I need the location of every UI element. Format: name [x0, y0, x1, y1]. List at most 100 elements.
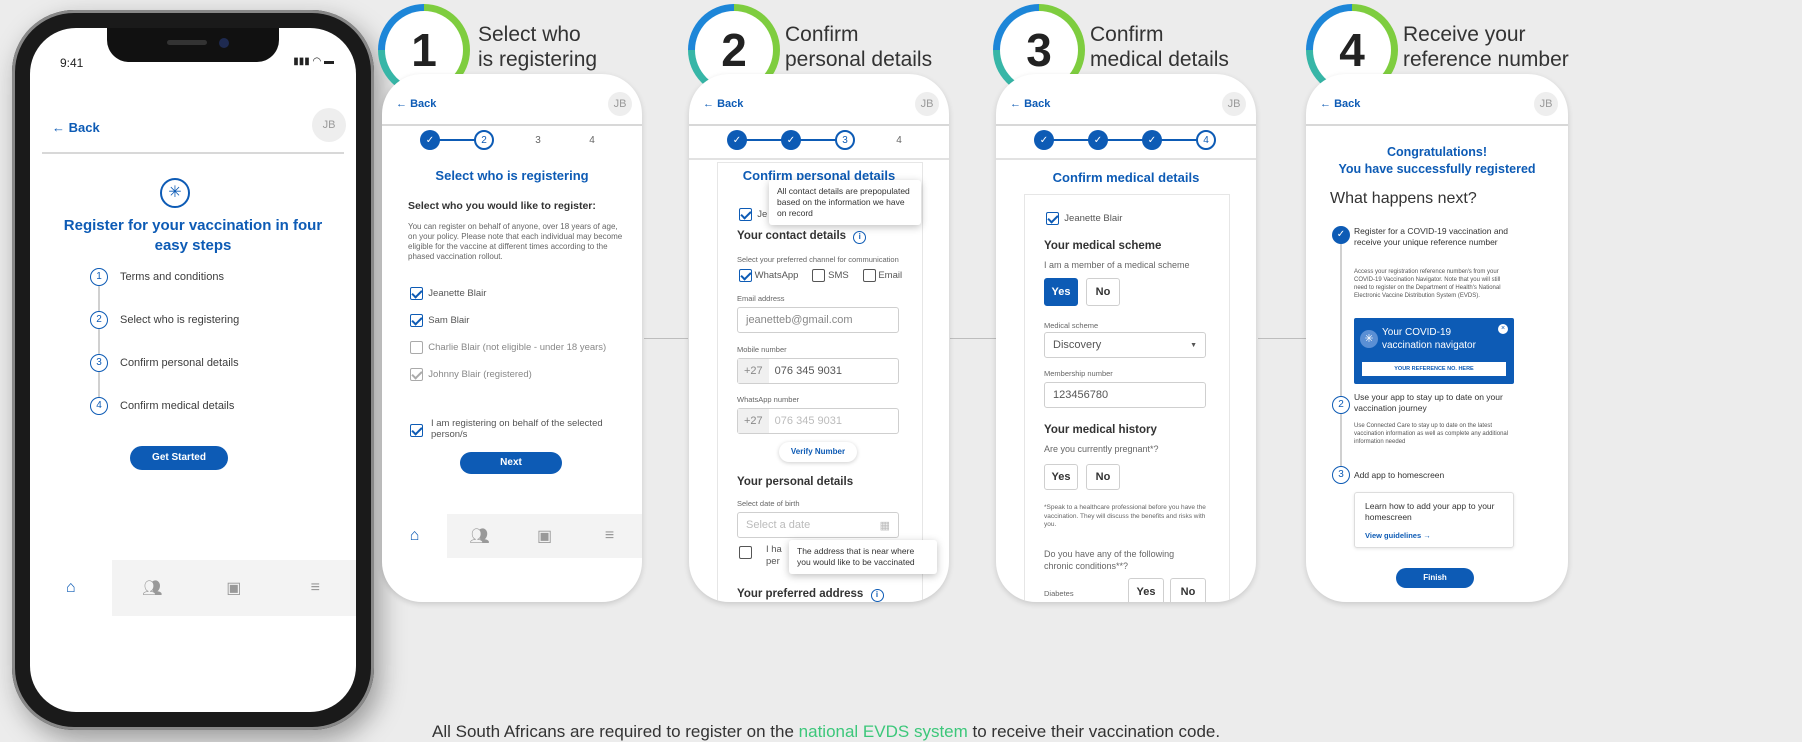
history-heading: Your medical history — [1044, 424, 1157, 436]
scheme-no-button[interactable]: No — [1086, 278, 1120, 306]
partial-checkbox-row[interactable]: I ha per — [739, 544, 782, 568]
consent-checkbox[interactable]: I am registering on behalf of the select… — [410, 418, 620, 440]
pregnant-yes-button[interactable]: Yes — [1044, 464, 1078, 490]
step-number: 1 — [90, 268, 108, 286]
step3-title: Add app to homescreen — [1354, 470, 1445, 480]
person-sam[interactable]: Sam Blair — [410, 314, 469, 327]
vaccine-icon: ✳ — [1360, 330, 1378, 348]
navigator-card[interactable]: ✳ Your COVID-19 vaccination navigator × … — [1354, 318, 1514, 384]
step1-text: Access your registration reference numbe… — [1354, 269, 1501, 299]
step-label: Confirm medical details — [120, 400, 235, 412]
whatsapp-checkbox[interactable]: WhatsApp — [739, 269, 798, 282]
people-icon[interactable]: 👥︎ — [447, 514, 512, 558]
diabetes-yes-button[interactable]: Yes — [1128, 578, 1164, 602]
guidelines-box: Learn how to add your app to your homesc… — [1354, 492, 1514, 548]
page-title: Register for your vaccination in four ea… — [63, 217, 323, 254]
timeline-line — [1340, 234, 1342, 484]
calendar-icon: ▦ — [879, 519, 890, 532]
status-icons: ▮▮▮ ◠ ▬ — [293, 56, 334, 67]
checkbox-icon — [410, 287, 423, 300]
diabetes-no-button[interactable]: No — [1170, 578, 1206, 602]
divider — [996, 124, 1256, 126]
step-number: 3 — [1332, 466, 1350, 484]
ticket-icon[interactable]: ▣ — [193, 560, 275, 616]
back-button[interactable]: ← Back — [1320, 98, 1360, 110]
checkbox-icon — [410, 368, 423, 381]
scheme-label: Medical scheme — [1044, 321, 1099, 330]
home-icon[interactable]: ⌂ — [30, 560, 112, 616]
name-row[interactable]: Je — [739, 208, 767, 221]
back-button[interactable]: ← Back — [1010, 98, 1050, 110]
mobile-field[interactable]: +27 076 345 9031 — [737, 358, 899, 384]
verify-number-button[interactable]: Verify Number — [779, 442, 857, 462]
people-icon[interactable]: 👥︎ — [112, 560, 194, 616]
card-personal-details: ← Back JB ✓ ✓ 3 4 Confirm personal detai… — [689, 74, 949, 602]
step-label: Select who is registering — [120, 314, 240, 326]
phone-screen: 9:41 ▮▮▮ ◠ ▬ ← Back JB ✳ Register for yo… — [30, 28, 356, 712]
menu-icon[interactable]: ≡ — [275, 560, 357, 616]
back-button[interactable]: ← Back — [52, 120, 100, 135]
name-row[interactable]: Jeanette Blair — [1046, 212, 1122, 225]
step2-text: Use Connected Care to stay up to date on… — [1354, 423, 1509, 445]
evds-link[interactable]: national EVDS system — [799, 722, 968, 741]
card-reference-number: ← Back JB Congratulations! You have succe… — [1306, 74, 1568, 602]
vaccine-icon: ✳ — [160, 178, 190, 208]
whatsapp-field[interactable]: +27 076 345 9031 — [737, 408, 899, 434]
membership-field[interactable]: 123456780 — [1044, 382, 1206, 408]
step1-title: Register for a COVID-19 vaccination and … — [1354, 226, 1509, 247]
checkbox-icon — [862, 269, 876, 282]
menu-icon[interactable]: ≡ — [577, 514, 642, 558]
info-icon: i — [853, 231, 867, 244]
back-button[interactable]: ← Back — [396, 98, 436, 110]
checkbox-icon — [739, 269, 752, 282]
personal-heading: Your personal details — [737, 476, 854, 488]
mobile-label: Mobile number — [737, 345, 787, 354]
card-title: Select who is registering — [435, 168, 589, 183]
back-button[interactable]: ← Back — [703, 98, 743, 110]
avatar[interactable]: JB — [1222, 92, 1246, 116]
home-icon[interactable]: ⌂ — [382, 514, 447, 558]
scheme-yes-button[interactable]: Yes — [1044, 278, 1078, 306]
view-guidelines-link[interactable]: View guidelines → — [1365, 531, 1431, 540]
status-time: 9:41 — [60, 56, 84, 70]
subtitle: Select who you would like to register: — [408, 200, 596, 212]
dob-field[interactable]: Select a date ▦ — [737, 512, 899, 538]
next-button[interactable]: Next — [460, 452, 562, 474]
finish-button[interactable]: Finish — [1396, 568, 1474, 588]
step-number: 2 — [90, 311, 108, 329]
connector — [1258, 338, 1306, 339]
person-jeanette[interactable]: Jeanette Blair — [410, 287, 486, 300]
checkbox-icon — [812, 269, 826, 282]
avatar[interactable]: JB — [915, 92, 939, 116]
step2-title: Use your app to stay up to date on your … — [1354, 392, 1503, 413]
email-checkbox[interactable]: Email — [862, 269, 902, 282]
scheme-question: I am a member of a medical scheme — [1044, 260, 1190, 270]
divider — [42, 152, 344, 154]
connector — [644, 338, 688, 339]
avatar[interactable]: JB — [312, 108, 346, 142]
ticket-icon[interactable]: ▣ — [512, 514, 577, 558]
info-icon: i — [870, 589, 884, 602]
next-heading: What happens next? — [1330, 190, 1477, 207]
avatar[interactable]: JB — [608, 92, 632, 116]
channel-options: WhatsApp SMS Email — [739, 269, 902, 282]
check-icon: ✓ — [1332, 226, 1350, 244]
whatsapp-label: WhatsApp number — [737, 395, 800, 404]
footer-text: All South Africans are required to regis… — [432, 722, 1221, 741]
scheme-select[interactable]: Discovery ▼ — [1044, 332, 1206, 358]
avatar[interactable]: JB — [1534, 92, 1558, 116]
checkbox-icon — [739, 546, 752, 559]
card-medical-details: ← Back JB ✓ ✓ ✓ 4 Confirm medical detail… — [996, 74, 1256, 602]
sms-checkbox[interactable]: SMS — [812, 269, 849, 282]
bottom-nav: ⌂ 👥︎ ▣ ≡ — [30, 560, 356, 616]
pregnant-no-button[interactable]: No — [1086, 464, 1120, 490]
person-charlie: Charlie Blair (not eligible - under 18 y… — [410, 341, 606, 354]
address-heading: Your preferred address i — [737, 588, 884, 602]
get-started-button[interactable]: Get Started — [130, 446, 228, 470]
email-field[interactable]: jeanetteb@gmail.com — [737, 307, 899, 333]
diabetes-label: Diabetes — [1044, 589, 1074, 598]
checkbox-icon — [1046, 212, 1059, 225]
phone-mockup: 9:41 ▮▮▮ ◠ ▬ ← Back JB ✳ Register for yo… — [12, 10, 374, 730]
phone-notch — [107, 28, 279, 62]
checkbox-icon — [410, 341, 423, 354]
